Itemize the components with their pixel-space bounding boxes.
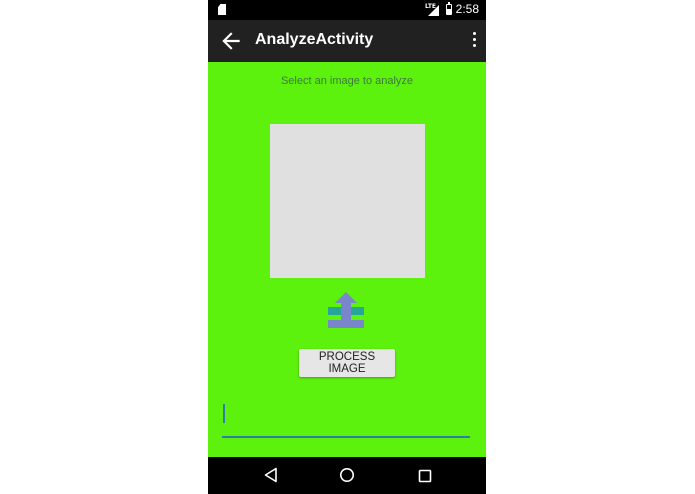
process-image-button[interactable]: PROCESS IMAGE [299,349,395,377]
nav-back-button[interactable] [263,467,279,483]
nav-home-button[interactable] [339,467,355,483]
nav-home-icon [340,468,354,482]
upload-icon [328,292,364,328]
status-bar: LTE 2:58 [208,0,486,20]
network-type: LTE [425,3,437,10]
page-title: AnalyzeActivity [255,31,374,48]
app-bar: AnalyzeActivity [208,20,486,62]
battery-icon [446,2,452,15]
result-text-field[interactable] [222,398,470,438]
navigation-bar [208,457,486,494]
nav-recents-button[interactable] [418,468,432,483]
phone-screen: LTE 2:58 AnalyzeActivity Select an image… [208,0,486,494]
arrow-left-icon [222,32,240,50]
sd-card-icon [218,4,226,15]
status-time: 2:58 [455,2,479,16]
overflow-menu-button[interactable] [468,29,480,53]
text-cursor [223,404,225,423]
image-preview[interactable] [270,124,425,278]
nav-back-icon [264,467,277,483]
nav-recents-icon [418,469,432,483]
upload-button[interactable] [326,292,366,330]
back-button[interactable] [218,28,244,54]
more-vert-icon [472,32,476,35]
select-image-prompt: Select an image to analyze [280,75,414,87]
